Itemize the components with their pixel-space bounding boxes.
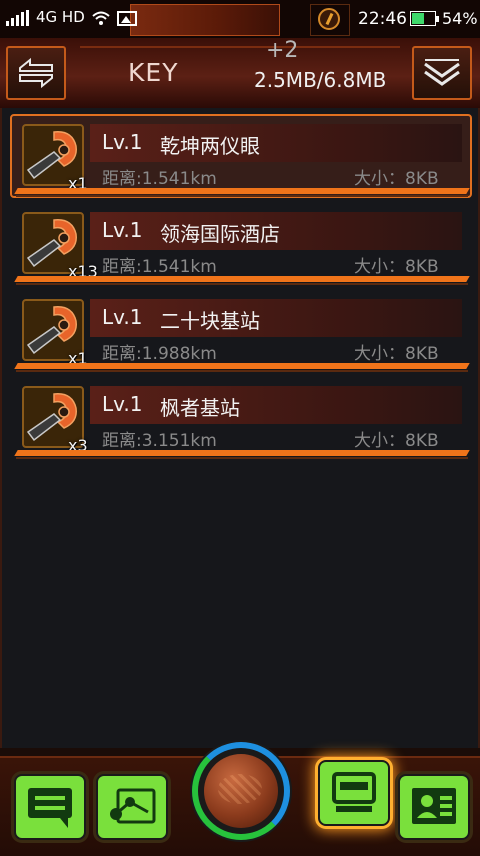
key-list-item[interactable]: x1 Lv.1 乾坤两仪眼 距离:1.541km 大小：8KB: [10, 114, 472, 198]
bar-shadow: [16, 283, 468, 285]
key-size: 大小：8KB: [354, 431, 439, 451]
key-size: 大小：8KB: [354, 169, 439, 189]
storage-usage: 2.5MB/6.8MB: [254, 68, 387, 92]
progress-bar: [14, 363, 470, 369]
chat-button[interactable]: [14, 774, 86, 840]
key-list-item[interactable]: x3 Lv.1 枫者基站 距离:3.151km 大小：8KB: [12, 378, 472, 459]
key-list: x1 Lv.1 乾坤两仪眼 距离:1.541km 大小：8KB x13 Lv.1…: [0, 108, 480, 748]
key-name: 乾坤两仪眼: [160, 134, 260, 158]
key-thumbnail: x1: [22, 124, 88, 193]
key-name: 领海国际酒店: [160, 222, 280, 246]
key-name: 二十块基站: [160, 309, 260, 333]
menu-button[interactable]: [412, 46, 472, 100]
key-distance: 距离:3.151km: [102, 431, 217, 451]
clock: 22:46: [358, 9, 407, 29]
image-icon: [116, 11, 137, 26]
key-distance: 距离:1.541km: [102, 169, 217, 189]
key-distance: 距离:1.988km: [102, 344, 217, 364]
back-button[interactable]: [6, 46, 66, 100]
inventory-icon: [332, 772, 376, 812]
globe-icon: [204, 754, 278, 828]
network-type: 4G HD: [36, 8, 85, 26]
progress-bar: [14, 276, 470, 282]
network-button[interactable]: [96, 774, 168, 840]
bar-shadow: [16, 195, 468, 197]
chat-icon: [28, 788, 72, 828]
key-size: 大小：8KB: [354, 344, 439, 364]
profile-button[interactable]: [398, 774, 470, 840]
bar-shadow: [16, 457, 468, 459]
key-emblem-icon: [318, 8, 340, 30]
key-level: Lv.1: [102, 305, 143, 329]
battery-icon: [410, 11, 439, 26]
network-icon: [110, 788, 156, 824]
bar-shadow: [16, 370, 468, 372]
key-level: Lv.1: [102, 130, 143, 154]
battery-percent: 54%: [442, 9, 478, 28]
key-level: Lv.1: [102, 218, 143, 242]
page-title: KEY: [128, 58, 179, 87]
swap-arrows-icon: [19, 57, 53, 89]
key-thumbnail: x3: [22, 386, 88, 455]
inventory-button[interactable]: [318, 760, 390, 826]
key-thumbnail: x1: [22, 299, 88, 368]
progress-bar: [14, 188, 470, 194]
key-list-item[interactable]: x13 Lv.1 领海国际酒店 距离:1.541km 大小：8KB: [12, 204, 472, 285]
key-distance: 距离:1.541km: [102, 257, 217, 277]
status-bar: 4G HD 22:46 54%: [0, 0, 480, 38]
key-plus-count: +2: [266, 38, 299, 63]
key-level: Lv.1: [102, 392, 143, 416]
wifi-icon: [92, 11, 110, 25]
status-left-group: 4G HD: [6, 9, 137, 26]
profile-card-icon: [412, 788, 456, 824]
name-bar: [90, 386, 462, 424]
status-decoration: [130, 4, 280, 36]
key-size: 大小：8KB: [354, 257, 439, 277]
name-bar: [90, 299, 462, 337]
header-trace: [80, 46, 400, 48]
header-bar: KEY +2 2.5MB/6.8MB: [0, 38, 480, 110]
signal-icon: [6, 10, 29, 26]
name-bar: [90, 124, 462, 162]
globe-button[interactable]: [190, 740, 292, 842]
progress-bar: [14, 450, 470, 456]
key-name: 枫者基站: [160, 396, 240, 420]
chevron-stack-icon: [424, 59, 460, 86]
key-thumbnail: x13: [22, 212, 98, 281]
key-list-item[interactable]: x1 Lv.1 二十块基站 距离:1.988km 大小：8KB: [12, 291, 472, 372]
